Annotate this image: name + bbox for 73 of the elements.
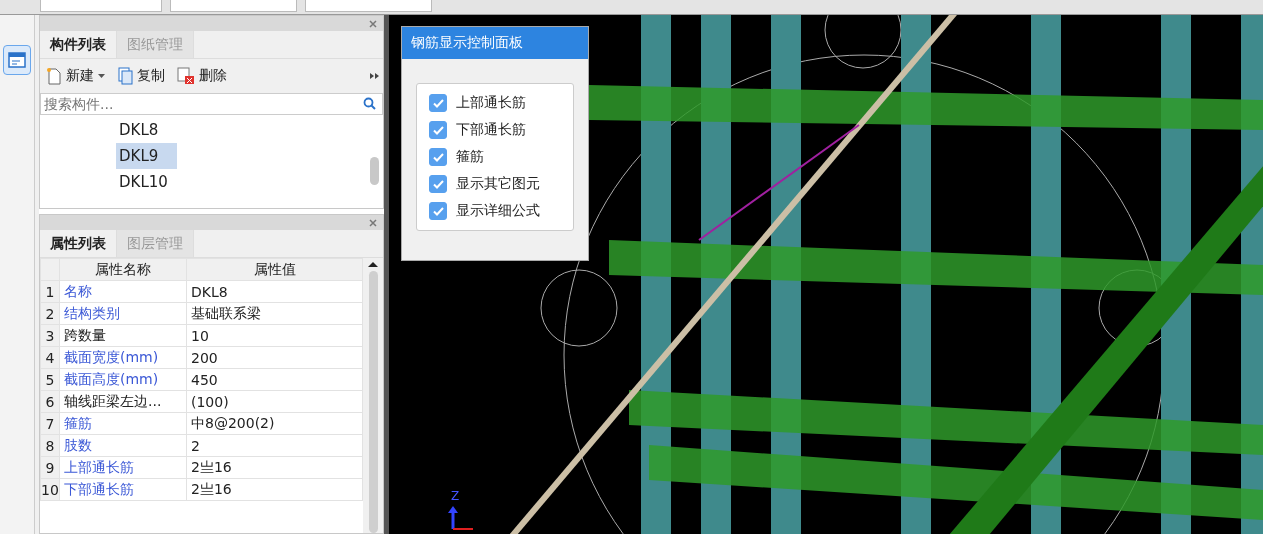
copy-icon — [117, 67, 133, 85]
row-number: 1 — [40, 280, 60, 303]
row-number: 8 — [40, 434, 60, 457]
property-name-cell: 截面高度(mm) — [59, 368, 187, 391]
search-field[interactable]: 搜索构件... — [40, 93, 383, 115]
dropdown-field[interactable] — [305, 0, 432, 12]
column-header: 属性名称 — [59, 258, 187, 281]
property-value-cell[interactable]: (100) — [186, 390, 363, 413]
row-number: 2 — [40, 302, 60, 325]
checkmark-icon — [432, 206, 444, 216]
row-number: 9 — [40, 456, 60, 479]
option-checkbox[interactable]: 箍筋 — [429, 148, 561, 166]
property-name-cell: 轴线距梁左边... — [59, 390, 187, 413]
property-value-cell[interactable]: 基础联系梁 — [186, 302, 363, 325]
axis-label: Z — [451, 489, 460, 503]
property-value-cell[interactable]: 450 — [186, 368, 363, 391]
checkmark-icon — [432, 125, 444, 135]
scrollbar-thumb[interactable] — [370, 157, 379, 185]
row-number: 6 — [40, 390, 60, 413]
property-name-cell: 下部通长筋 — [59, 478, 187, 501]
scroll-up-icon[interactable] — [368, 262, 378, 267]
panel-toggle-button[interactable] — [3, 45, 31, 75]
dropdown-field[interactable] — [170, 0, 297, 12]
caret-icon — [98, 74, 105, 78]
property-value-cell[interactable]: 2 — [186, 434, 363, 457]
property-name-cell: 截面宽度(mm) — [59, 346, 187, 369]
checkmark-icon — [432, 98, 444, 108]
option-checkbox[interactable]: 显示详细公式 — [429, 202, 561, 220]
property-value-cell[interactable]: 2亗16 — [186, 456, 363, 479]
property-value-cell[interactable]: 10 — [186, 324, 363, 347]
checkbox[interactable] — [429, 175, 447, 193]
row-number: 3 — [40, 324, 60, 347]
close-icon[interactable] — [369, 218, 377, 227]
checkmark-icon — [432, 152, 444, 162]
more-icon[interactable] — [370, 73, 379, 79]
option-checkbox[interactable]: 下部通长筋 — [429, 121, 561, 139]
new-button[interactable]: 新建 — [44, 65, 111, 87]
delete-button[interactable]: 删除 — [175, 65, 233, 87]
property-value-cell[interactable]: 2亗16 — [186, 478, 363, 501]
window-icon — [8, 52, 26, 68]
property-name-cell: 上部通长筋 — [59, 456, 187, 479]
checkbox[interactable] — [429, 202, 447, 220]
list-item[interactable]: DKL10 — [116, 169, 177, 195]
row-number: 4 — [40, 346, 60, 369]
column-header: 属性值 — [186, 258, 363, 281]
property-name-cell: 肢数 — [59, 434, 187, 457]
delete-icon — [177, 67, 195, 85]
panel-title: 钢筋显示控制面板 — [402, 27, 588, 59]
dropdown-field[interactable] — [40, 0, 162, 12]
property-name-cell: 箍筋 — [59, 412, 187, 435]
list-item[interactable]: DKL8 — [116, 117, 177, 143]
new-document-icon — [46, 67, 62, 85]
list-item[interactable]: DKL9 — [116, 143, 177, 169]
option-checkbox[interactable]: 上部通长筋 — [429, 94, 561, 112]
row-number: 5 — [40, 368, 60, 391]
property-name-cell: 结构类别 — [59, 302, 187, 325]
search-icon — [363, 97, 376, 110]
axis-arrow-icon — [445, 505, 475, 531]
property-name-cell: 跨数量 — [59, 324, 187, 347]
checkbox[interactable] — [429, 148, 447, 166]
close-icon[interactable] — [369, 19, 377, 28]
property-value-cell[interactable]: 200 — [186, 346, 363, 369]
copy-button[interactable]: 复制 — [115, 65, 171, 87]
row-number: 10 — [40, 478, 60, 501]
scrollbar-thumb[interactable] — [368, 271, 378, 533]
property-value-cell[interactable]: 中8@200(2) — [186, 412, 363, 435]
property-value-cell[interactable]: DKL8 — [186, 280, 363, 303]
checkmark-icon — [432, 179, 444, 189]
checkbox[interactable] — [429, 121, 447, 139]
option-checkbox[interactable]: 显示其它图元 — [429, 175, 561, 193]
property-name-cell: 名称 — [59, 280, 187, 303]
row-number: 7 — [40, 412, 60, 435]
checkbox[interactable] — [429, 94, 447, 112]
